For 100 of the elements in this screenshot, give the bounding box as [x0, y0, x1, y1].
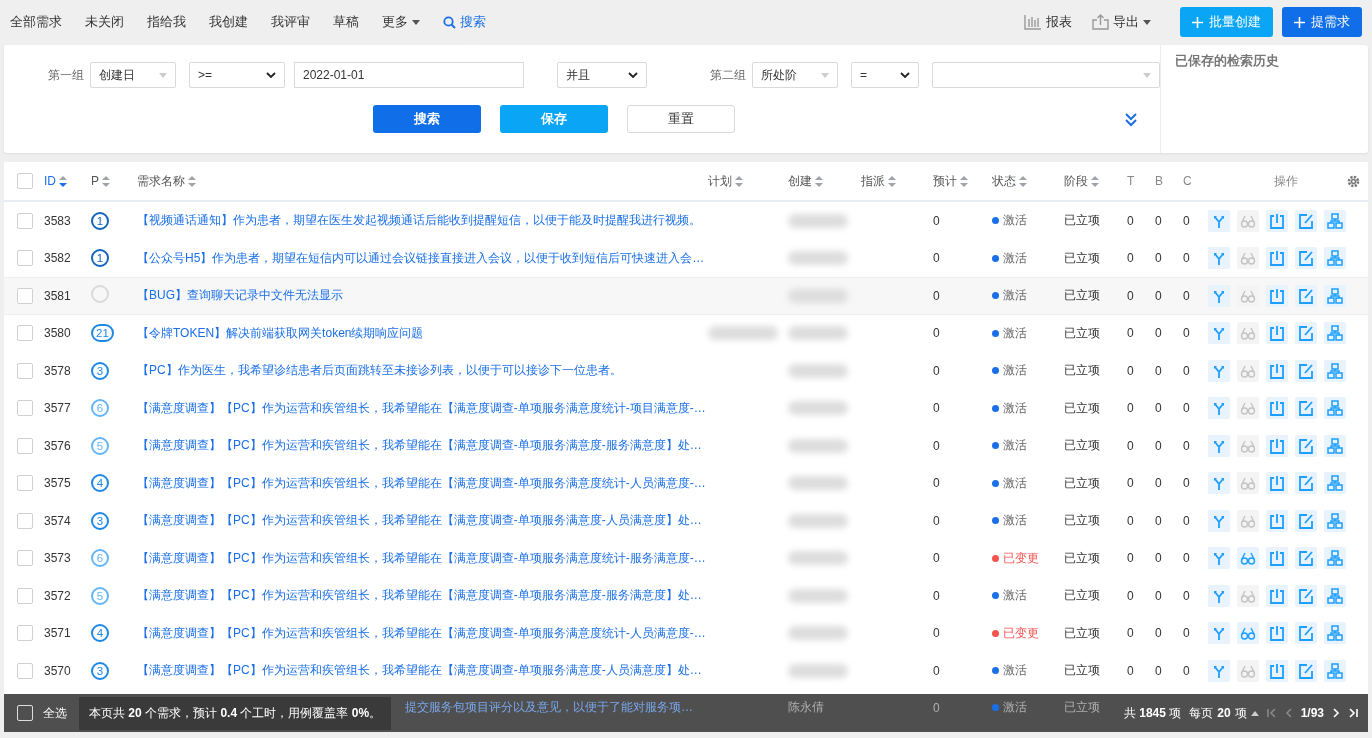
- submit-button[interactable]: [1266, 247, 1288, 270]
- request-title-link[interactable]: 【BUG】查询聊天记录中文件无法显示: [137, 287, 708, 305]
- request-title-link[interactable]: 【令牌TOKEN】解决前端获取网关token续期响应问题: [137, 324, 708, 342]
- submit-button[interactable]: [1266, 584, 1288, 607]
- nav-tab[interactable]: 我创建: [209, 13, 248, 31]
- row-checkbox[interactable]: [17, 475, 33, 492]
- request-title-link[interactable]: 【公众号H5】作为患者，期望在短信内可以通过会议链接直接进入会议，以便于收到短信后可快速进入会…: [137, 249, 708, 267]
- sort-icon[interactable]: [1019, 175, 1027, 187]
- field-dropdown[interactable]: 所处阶: [752, 62, 838, 88]
- column-header[interactable]: 需求名称: [137, 172, 185, 190]
- split-button[interactable]: [1208, 584, 1230, 607]
- submit-button[interactable]: [1266, 322, 1288, 345]
- request-title-link[interactable]: 【满意度调查】【PC】作为运营和疾管组长，我希望能在【满意度调查-单项服务满意度-服务满意度】处…: [137, 437, 708, 455]
- structure-button[interactable]: [1324, 397, 1346, 420]
- edit-button[interactable]: [1295, 397, 1317, 420]
- row-checkbox[interactable]: [17, 437, 33, 454]
- submit-button[interactable]: [1266, 434, 1288, 457]
- request-title-link[interactable]: 【满意度调查】【PC】作为运营和疾管组长，我希望能在【满意度调查-单项服务满意度统计-项目满意度-…: [137, 399, 708, 417]
- nav-tab[interactable]: 草稿: [333, 13, 359, 31]
- submit-button[interactable]: [1266, 659, 1288, 682]
- edit-button[interactable]: [1295, 509, 1317, 532]
- review-button[interactable]: [1237, 359, 1259, 382]
- edit-button[interactable]: [1295, 284, 1317, 307]
- review-button[interactable]: [1237, 209, 1259, 232]
- split-button[interactable]: [1208, 247, 1230, 270]
- row-checkbox[interactable]: [17, 325, 33, 342]
- split-button[interactable]: [1208, 359, 1230, 382]
- structure-button[interactable]: [1324, 622, 1346, 645]
- column-header[interactable]: 计划: [708, 172, 732, 190]
- row-checkbox[interactable]: [17, 550, 33, 567]
- edit-button[interactable]: [1295, 322, 1317, 345]
- column-header[interactable]: 状态: [992, 172, 1016, 190]
- sort-icon[interactable]: [815, 175, 823, 187]
- structure-button[interactable]: [1324, 659, 1346, 682]
- submit-button[interactable]: [1266, 359, 1288, 382]
- structure-button[interactable]: [1324, 547, 1346, 570]
- sort-icon[interactable]: [1091, 175, 1099, 187]
- sort-icon[interactable]: [188, 175, 196, 187]
- next-page-button[interactable]: [1332, 708, 1340, 718]
- review-button[interactable]: [1237, 509, 1259, 532]
- nav-tab[interactable]: 更多: [382, 13, 420, 31]
- structure-button[interactable]: [1324, 247, 1346, 270]
- split-button[interactable]: [1208, 547, 1230, 570]
- submit-button[interactable]: [1266, 547, 1288, 570]
- settings-icon[interactable]: [1347, 174, 1360, 188]
- review-button[interactable]: [1237, 584, 1259, 607]
- nav-tab[interactable]: 未关闭: [85, 13, 124, 31]
- sort-icon[interactable]: [59, 175, 67, 187]
- request-title-link[interactable]: 【满意度调查】【PC】作为运营和疾管组长，我希望能在【满意度调查-单项服务满意度统计-人员满意度-…: [137, 624, 708, 642]
- request-title-link[interactable]: 【PC】作为医生，我希望诊结患者后页面跳转至未接诊列表，以便于可以接诊下一位患者。: [137, 362, 708, 380]
- split-button[interactable]: [1208, 509, 1230, 532]
- select-all-checkbox[interactable]: [17, 173, 33, 189]
- structure-button[interactable]: [1324, 322, 1346, 345]
- search-button[interactable]: 搜索: [373, 105, 481, 133]
- submit-button[interactable]: [1266, 284, 1288, 307]
- split-button[interactable]: [1208, 434, 1230, 457]
- review-button[interactable]: [1237, 434, 1259, 457]
- submit-button[interactable]: [1266, 397, 1288, 420]
- edit-button[interactable]: [1295, 584, 1317, 607]
- request-title-link[interactable]: 【视频通话通知】作为患者，期望在医生发起视频通话后能收到提醒短信，以便于能及时提醒我进行视频。: [137, 212, 708, 230]
- submit-button[interactable]: [1266, 472, 1288, 495]
- review-button[interactable]: [1237, 547, 1259, 570]
- row-checkbox[interactable]: [17, 587, 33, 604]
- row-checkbox[interactable]: [17, 287, 33, 304]
- column-header[interactable]: P: [91, 174, 99, 188]
- edit-button[interactable]: [1295, 209, 1317, 232]
- nav-tab[interactable]: 我评审: [271, 13, 310, 31]
- request-title-link[interactable]: 【满意度调查】【PC】作为运营和疾管组长，我希望能在【满意度调查-单项服务满意度-人员满意度】处…: [137, 512, 708, 530]
- review-button[interactable]: [1237, 659, 1259, 682]
- select-all-label[interactable]: 全选: [43, 704, 67, 722]
- split-button[interactable]: [1208, 622, 1230, 645]
- reset-button[interactable]: 重置: [627, 105, 735, 133]
- edit-button[interactable]: [1295, 547, 1317, 570]
- new-request-button[interactable]: 提需求: [1282, 7, 1362, 37]
- split-button[interactable]: [1208, 284, 1230, 307]
- page-size-selector[interactable]: 每页 20 项: [1189, 704, 1259, 722]
- logic-select[interactable]: 并且: [557, 62, 647, 88]
- split-button[interactable]: [1208, 209, 1230, 232]
- split-button[interactable]: [1208, 472, 1230, 495]
- edit-button[interactable]: [1295, 622, 1317, 645]
- request-title-link[interactable]: 【满意度调查】【PC】作为运营和疾管组长，我希望能在【满意度调查-单项服务满意度统计-人员满意度-…: [137, 474, 708, 492]
- sort-icon[interactable]: [888, 175, 896, 187]
- select-all-checkbox[interactable]: [17, 705, 33, 721]
- split-button[interactable]: [1208, 397, 1230, 420]
- edit-button[interactable]: [1295, 434, 1317, 457]
- submit-button[interactable]: [1266, 622, 1288, 645]
- review-button[interactable]: [1237, 322, 1259, 345]
- value-input[interactable]: 2022-01-01: [294, 62, 524, 88]
- structure-button[interactable]: [1324, 359, 1346, 382]
- first-page-button[interactable]: [1266, 708, 1277, 718]
- column-header[interactable]: 阶段: [1064, 172, 1088, 190]
- row-checkbox[interactable]: [17, 512, 33, 529]
- request-title-link[interactable]: 【满意度调查】【PC】作为运营和疾管组长，我希望能在【满意度调查-单项服务满意度统计-服务满意度-…: [137, 549, 708, 567]
- row-checkbox[interactable]: [17, 662, 33, 679]
- submit-button[interactable]: [1266, 509, 1288, 532]
- submit-button[interactable]: [1266, 209, 1288, 232]
- edit-button[interactable]: [1295, 247, 1317, 270]
- report-button[interactable]: 报表: [1024, 13, 1072, 31]
- expand-icon[interactable]: [1124, 111, 1138, 127]
- column-header[interactable]: 预计: [933, 172, 957, 190]
